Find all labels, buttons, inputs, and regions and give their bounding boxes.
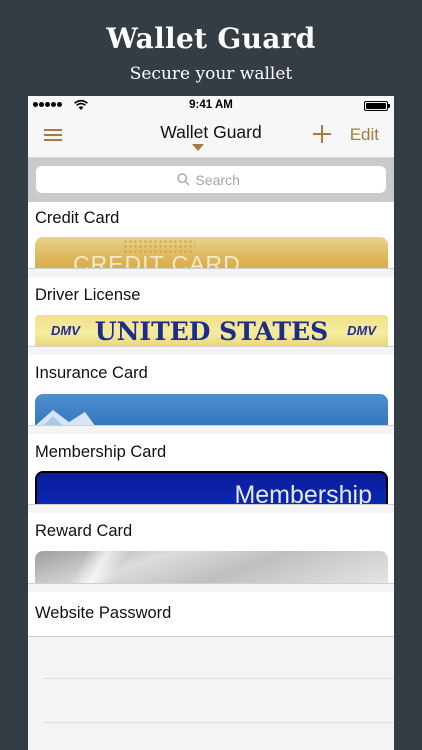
status-time: 9:41 AM [189,99,233,111]
promo-subtitle: Secure your wallet [129,64,293,84]
list-item-label: Membership Card [35,443,167,461]
list-item-website-password[interactable]: Website Password [28,592,394,636]
list-item-credit-card[interactable]: Credit Card CREDIT CARD [28,202,394,268]
mountain-graphic [36,410,95,425]
search-field[interactable] [36,166,386,193]
row-separator [28,346,394,347]
row-separator [28,583,394,584]
list-item-reward-card[interactable]: Reward Card [28,513,394,583]
row-separator [28,268,394,269]
status-bar: 9:41 AM [28,96,394,116]
credit-card-image: CREDIT CARD [35,237,388,268]
nav-title[interactable]: Wallet Guard [28,122,394,143]
search-icon [176,173,189,186]
row-separator [28,504,394,505]
card-image-tag: DMV [347,323,376,338]
promo-title: Wallet Guard [106,22,316,55]
row-separator [28,636,394,637]
list-item-driver-license[interactable]: Driver License DMV UNITED STATES DMV [28,277,394,346]
list-item-insurance-card[interactable]: Insurance Card [28,355,394,425]
list-item-membership-card[interactable]: Membership Card Membership [28,434,394,504]
search-bar [28,158,394,202]
empty-row-line [43,722,394,723]
list-item-label: Website Password [35,604,172,622]
empty-row-line [43,678,394,679]
navigation-bar: Wallet Guard Edit [28,116,394,158]
edit-button[interactable]: Edit [350,125,379,145]
list-item-label: Insurance Card [35,364,148,382]
chevron-down-icon[interactable] [192,144,204,151]
row-separator [28,425,394,426]
battery-icon [364,101,390,111]
list-item-label: Driver License [35,286,141,304]
card-image-text: UNITED STATES [94,317,329,346]
insurance-card-image [35,394,388,425]
list-item-label: Reward Card [35,522,133,540]
phone-screen: 9:41 AM Wallet Guard Edit Credit Card CR… [28,96,394,750]
list-item-label: Credit Card [35,209,120,227]
reward-card-image [35,551,388,583]
membership-card-image: Membership [35,471,388,504]
add-icon[interactable] [312,124,332,144]
driver-license-image: DMV UNITED STATES DMV [35,315,388,346]
search-input[interactable] [195,171,246,188]
card-image-text: CREDIT CARD [73,251,241,268]
card-image-text: Membership [234,481,372,504]
